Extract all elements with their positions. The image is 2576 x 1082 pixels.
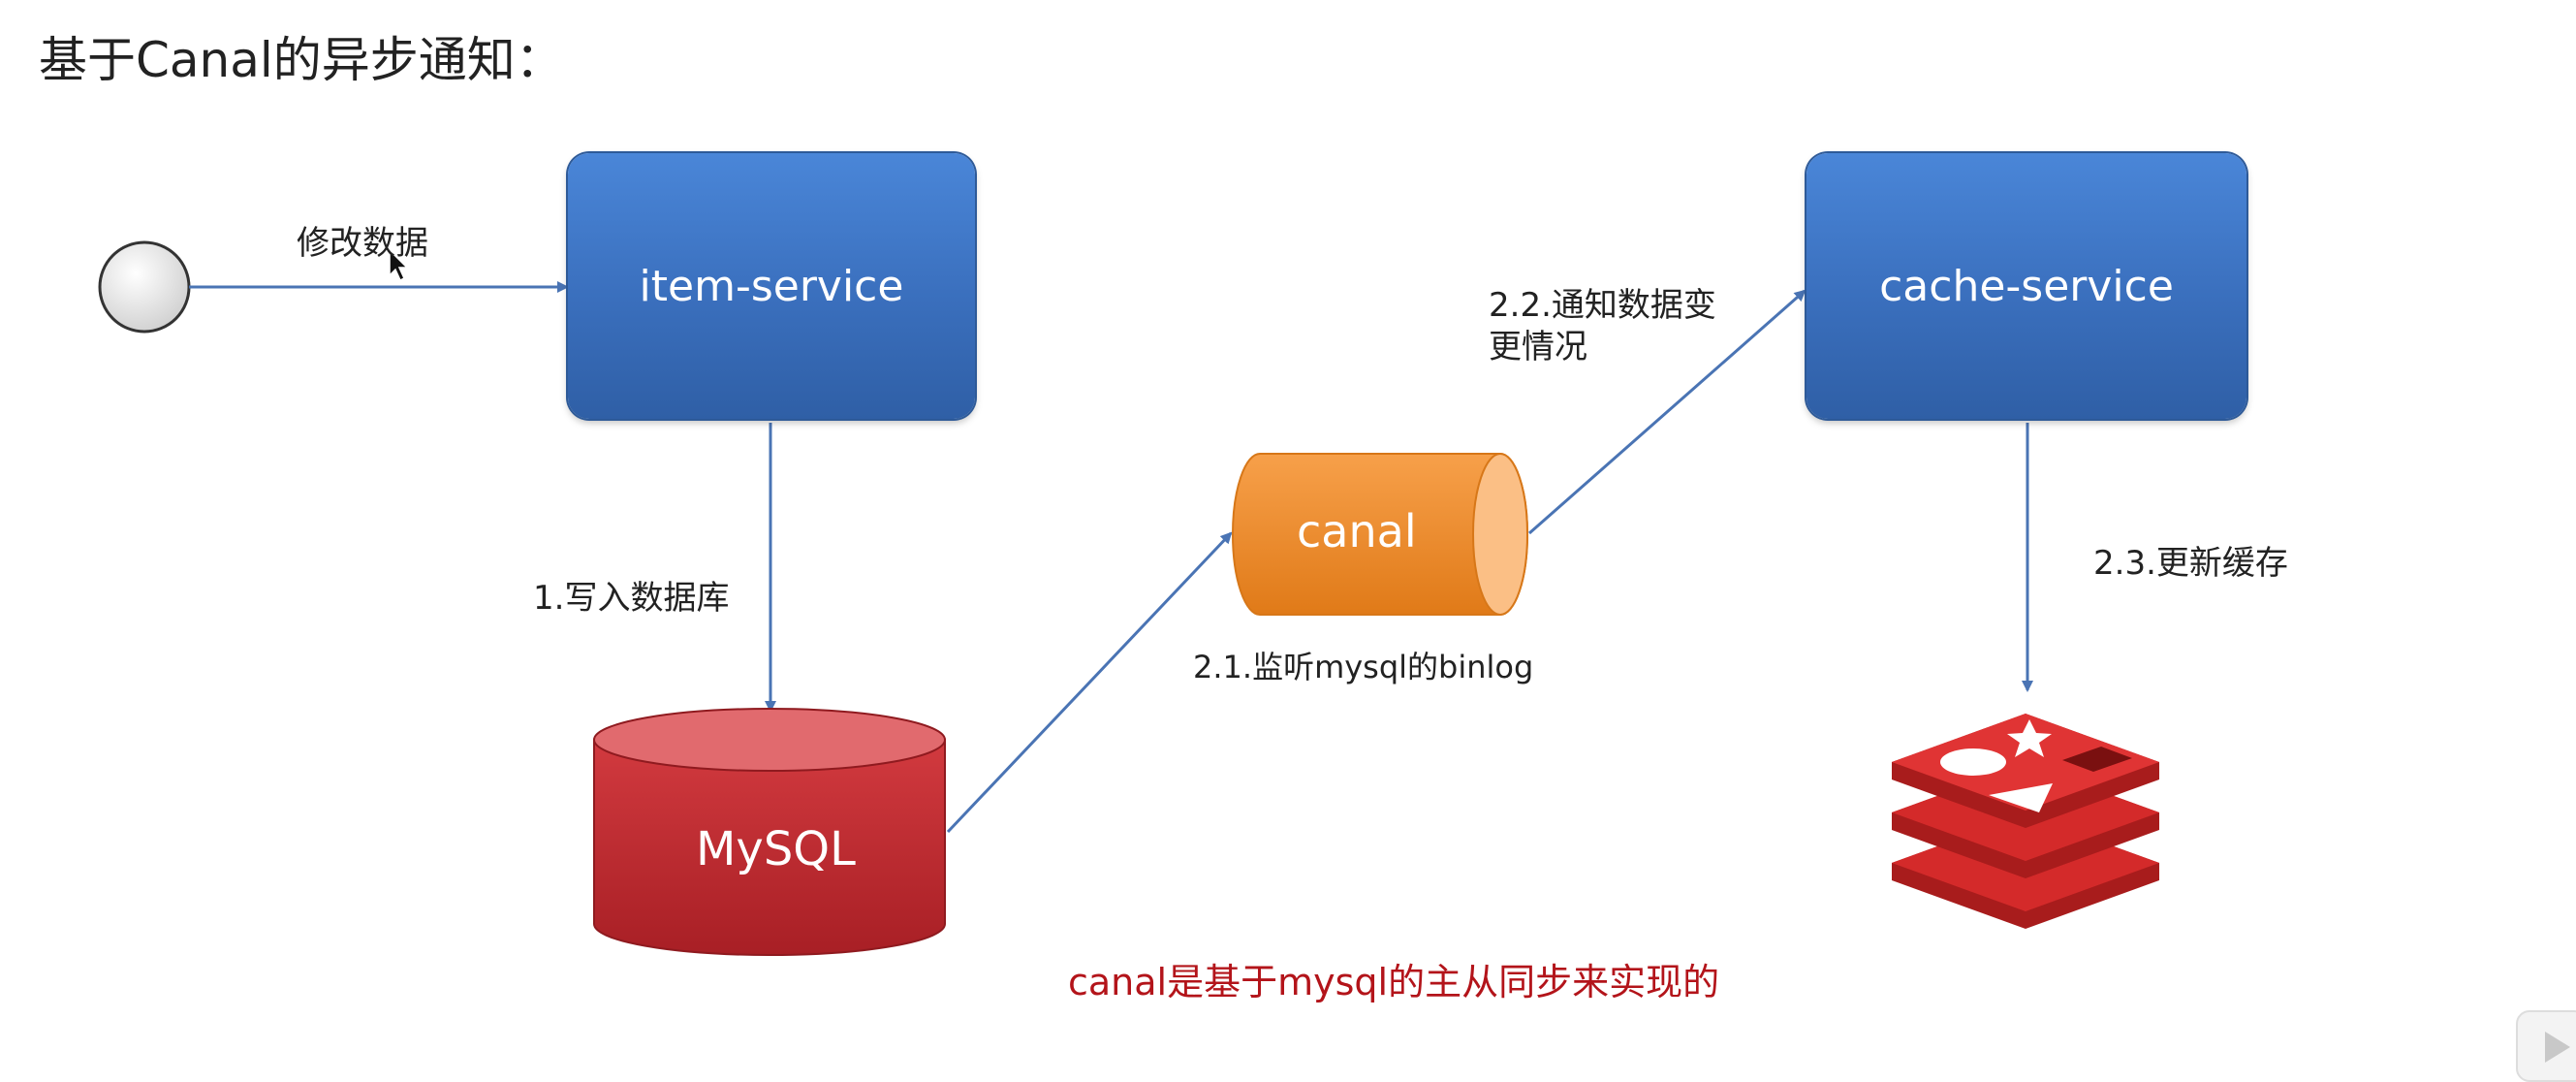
update-cache-label: 2.3.更新缓存 (2093, 544, 2288, 583)
redis-logo-icon (1892, 714, 2159, 929)
modify-data-label: 修改数据 (297, 224, 428, 263)
listen-binlog-label: 2.1.监听mysql的binlog (1193, 649, 1534, 685)
canal-label: canal (1297, 505, 1417, 557)
mysql-label: MySQL (696, 822, 856, 876)
write-db-label: 1.写入数据库 (533, 579, 730, 618)
diagram-stage: 基于Canal的异步通知： item-service cache-service… (0, 0, 2576, 1082)
cache-service-label: cache-service (1879, 261, 2174, 311)
cache-service-box: cache-service (1806, 153, 2246, 419)
arrow-listen-binlog (946, 531, 1233, 834)
item-service-box: item-service (568, 153, 975, 419)
start-node-circle-icon (98, 240, 191, 334)
item-service-label: item-service (639, 261, 904, 311)
play-button-icon[interactable] (2516, 1010, 2576, 1082)
notify-change-label: 2.2.通知数据变 更情况 (1489, 286, 1716, 366)
canal-note: canal是基于mysql的主从同步来实现的 (1068, 961, 1720, 1003)
